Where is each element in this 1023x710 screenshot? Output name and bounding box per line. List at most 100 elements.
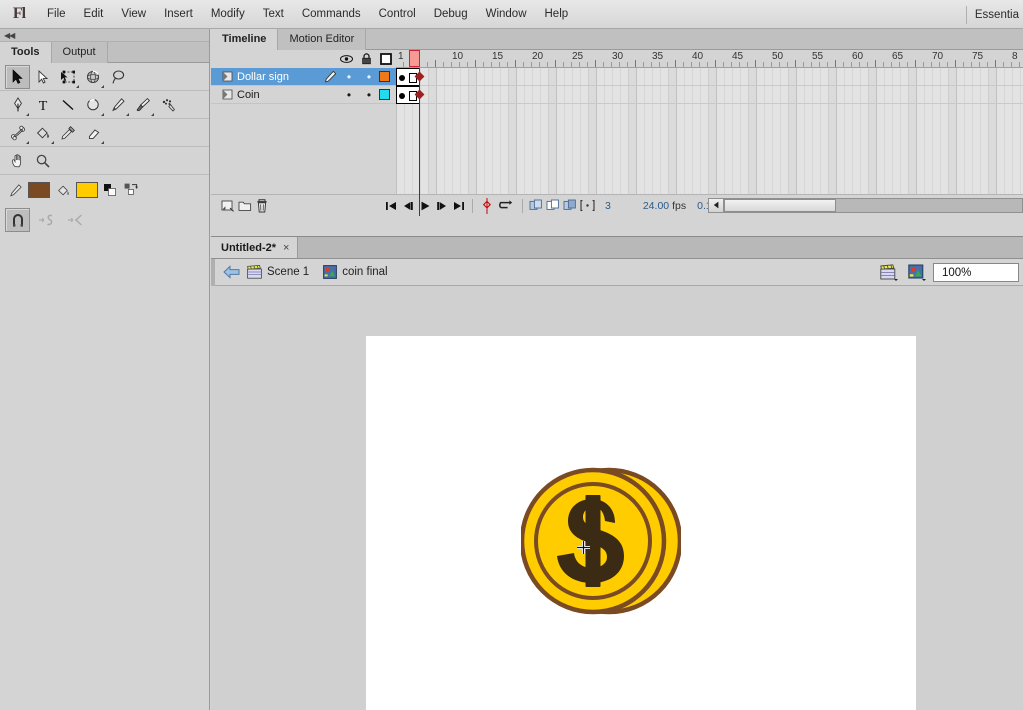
panel-collapse-bar[interactable]: ◀◀ bbox=[0, 29, 209, 42]
current-frame-value[interactable]: 3 bbox=[602, 200, 614, 212]
back-arrow-icon[interactable] bbox=[223, 265, 241, 279]
timeline-ruler[interactable]: 1 5 10 15 20 25 30 35 40 45 50 55 60 65 … bbox=[396, 50, 1023, 68]
pencil-tool[interactable] bbox=[105, 93, 130, 117]
breadcrumb-label[interactable]: coin final bbox=[342, 266, 387, 278]
black-white-colors-button[interactable] bbox=[102, 183, 118, 197]
zoom-level-input[interactable]: 100% bbox=[933, 263, 1019, 282]
playhead-handle[interactable] bbox=[409, 50, 420, 67]
layer-row-coin[interactable]: Coin • • bbox=[211, 86, 396, 104]
menu-item-text[interactable]: Text bbox=[254, 0, 293, 29]
tab-tools[interactable]: Tools bbox=[0, 42, 52, 63]
loop-playback-button[interactable] bbox=[495, 196, 517, 216]
tool-flyout-arrow-icon[interactable] bbox=[76, 84, 79, 88]
menu-item-control[interactable]: Control bbox=[370, 0, 425, 29]
layer-lock-toggle[interactable]: • bbox=[359, 89, 379, 101]
collapse-left-icon[interactable]: ◀◀ bbox=[4, 31, 15, 40]
tool-flyout-arrow-icon[interactable] bbox=[101, 140, 104, 144]
frame-row-dollar-sign[interactable] bbox=[396, 68, 1023, 86]
menu-item-commands[interactable]: Commands bbox=[293, 0, 370, 29]
stage-canvas[interactable] bbox=[366, 336, 916, 710]
layer-name-label[interactable]: Dollar sign bbox=[235, 71, 321, 83]
edit-multiple-frames-button[interactable] bbox=[562, 196, 579, 216]
tool-flyout-arrow-icon[interactable] bbox=[101, 112, 104, 116]
tool-flyout-arrow-icon[interactable] bbox=[101, 84, 104, 88]
lock-icon[interactable] bbox=[356, 50, 376, 68]
center-frame-button[interactable] bbox=[478, 196, 495, 216]
tab-motion-editor[interactable]: Motion Editor bbox=[278, 29, 367, 50]
deco-tool[interactable] bbox=[155, 93, 180, 117]
scroll-left-arrow-icon[interactable] bbox=[708, 197, 724, 213]
step-forward-button[interactable] bbox=[433, 196, 450, 216]
breadcrumb-coin-final[interactable]: coin final bbox=[323, 265, 388, 279]
smooth-button[interactable] bbox=[34, 208, 59, 232]
eraser-tool[interactable] bbox=[80, 121, 105, 145]
workspace-switcher[interactable]: Essentia bbox=[958, 0, 1023, 29]
edit-scene-button[interactable] bbox=[877, 262, 901, 284]
breadcrumb-scene-1[interactable]: Scene 1 bbox=[247, 265, 309, 279]
layer-lock-toggle[interactable]: • bbox=[359, 71, 379, 83]
text-tool[interactable]: T bbox=[30, 93, 55, 117]
pen-tool[interactable] bbox=[5, 93, 30, 117]
lasso-tool[interactable] bbox=[105, 65, 130, 89]
zoom-tool[interactable] bbox=[30, 149, 55, 173]
subselection-tool[interactable] bbox=[30, 65, 55, 89]
layer-row-dollar-sign[interactable]: Dollar sign • • bbox=[211, 68, 396, 86]
eye-icon[interactable] bbox=[336, 50, 356, 68]
menu-item-view[interactable]: View bbox=[112, 0, 155, 29]
menu-item-edit[interactable]: Edit bbox=[75, 0, 113, 29]
layer-visibility-toggle[interactable]: • bbox=[339, 71, 359, 83]
swap-colors-button[interactable] bbox=[122, 183, 140, 197]
menu-item-modify[interactable]: Modify bbox=[202, 0, 254, 29]
menu-item-help[interactable]: Help bbox=[536, 0, 578, 29]
menu-item-debug[interactable]: Debug bbox=[425, 0, 477, 29]
hand-tool[interactable] bbox=[5, 149, 30, 173]
menu-item-insert[interactable]: Insert bbox=[155, 0, 202, 29]
eyedropper-tool[interactable] bbox=[55, 121, 80, 145]
tool-flyout-arrow-icon[interactable] bbox=[51, 140, 54, 144]
layer-name-label[interactable]: Coin bbox=[235, 89, 321, 101]
snap-to-objects-button[interactable] bbox=[5, 208, 30, 232]
layer-outline-color-swatch[interactable] bbox=[379, 71, 390, 82]
selection-tool[interactable] bbox=[5, 64, 30, 89]
delete-layer-button[interactable] bbox=[253, 196, 270, 216]
tab-timeline[interactable]: Timeline bbox=[211, 29, 279, 50]
timeline-horizontal-scrollbar[interactable] bbox=[708, 194, 1023, 216]
go-to-last-frame-button[interactable] bbox=[450, 196, 467, 216]
document-tab-untitled-2[interactable]: Untitled-2* × bbox=[211, 237, 299, 258]
stage-work-area[interactable] bbox=[211, 287, 1023, 710]
menu-item-file[interactable]: File bbox=[38, 0, 75, 29]
free-transform-tool[interactable] bbox=[55, 65, 80, 89]
onion-skin-button[interactable] bbox=[528, 196, 545, 216]
edit-symbols-button[interactable] bbox=[905, 262, 929, 284]
layer-outline-color-swatch[interactable] bbox=[379, 89, 390, 100]
new-layer-button[interactable] bbox=[219, 196, 236, 216]
coin-symbol-graphic[interactable] bbox=[519, 461, 683, 621]
step-back-button[interactable] bbox=[399, 196, 416, 216]
3d-rotation-tool[interactable] bbox=[80, 65, 105, 89]
workspace-label[interactable]: Essentia bbox=[975, 9, 1023, 21]
tool-flyout-arrow-icon[interactable] bbox=[26, 140, 29, 144]
scrollbar-thumb[interactable] bbox=[724, 198, 836, 212]
tool-flyout-arrow-icon[interactable] bbox=[151, 112, 154, 116]
brush-tool[interactable] bbox=[130, 93, 155, 117]
stroke-color-swatch[interactable] bbox=[28, 182, 50, 198]
straighten-button[interactable] bbox=[63, 208, 88, 232]
new-folder-button[interactable] bbox=[236, 196, 253, 216]
tool-flyout-arrow-icon[interactable] bbox=[26, 112, 29, 116]
play-button[interactable] bbox=[416, 196, 433, 216]
onion-skin-outlines-button[interactable] bbox=[545, 196, 562, 216]
scrollbar-track[interactable] bbox=[724, 197, 1023, 213]
oval-tool[interactable] bbox=[80, 93, 105, 117]
go-to-first-frame-button[interactable] bbox=[382, 196, 399, 216]
layer-visibility-toggle[interactable]: • bbox=[339, 89, 359, 101]
close-icon[interactable]: × bbox=[283, 242, 289, 254]
fps-value[interactable]: 24.00 bbox=[640, 200, 672, 212]
breadcrumb-label[interactable]: Scene 1 bbox=[267, 266, 309, 278]
menu-item-window[interactable]: Window bbox=[477, 0, 536, 29]
paint-bucket-tool[interactable] bbox=[30, 121, 55, 145]
bone-tool[interactable] bbox=[5, 121, 30, 145]
tab-output[interactable]: Output bbox=[51, 42, 108, 63]
outline-square-icon[interactable] bbox=[376, 50, 396, 68]
coin-artwork[interactable] bbox=[519, 461, 683, 621]
fill-color-swatch[interactable] bbox=[76, 182, 98, 198]
